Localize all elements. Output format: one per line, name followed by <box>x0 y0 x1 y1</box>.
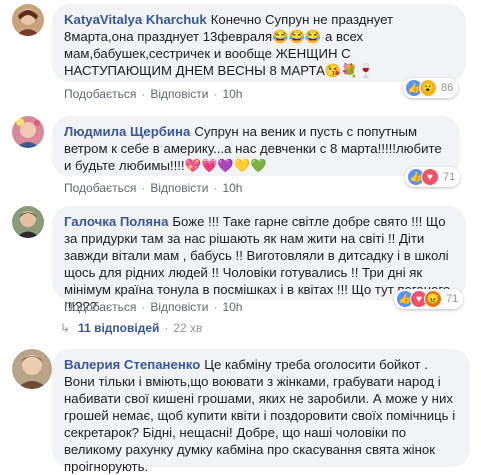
reply-link[interactable]: Відповісти <box>150 87 208 101</box>
view-replies-link[interactable]: ↳ 11 відповідей · 22 хв <box>60 321 202 335</box>
avatar-photo-icon <box>12 206 44 238</box>
reaction-summary[interactable]: 👍 😮 86 <box>403 78 459 98</box>
avatar[interactable] <box>12 206 44 238</box>
comment-text: Це кабміну треба оголосити бойкот . Вони… <box>64 357 456 474</box>
replies-time: 22 хв <box>173 321 203 335</box>
avatar-photo-icon <box>12 349 52 389</box>
comment-author[interactable]: Галочка Поляна <box>64 214 168 229</box>
like-link[interactable]: Подобається <box>64 300 136 314</box>
reaction-count: 71 <box>443 171 456 183</box>
avatar-photo-icon <box>12 116 44 148</box>
comment-time[interactable]: 10h <box>222 87 242 101</box>
comment-bubble: Галочка Поляна Боже !!! Таке гарне світле… <box>52 206 466 314</box>
reaction-count: 71 <box>446 293 459 305</box>
avatar-photo-icon <box>12 4 44 36</box>
comment-bubble: KatyaVitalya Kharchuk Конечно Супрун не п… <box>52 4 466 82</box>
comment-author[interactable]: Людмила Щербина <box>64 124 190 139</box>
comment-bubble: Людмила Щербина Супрун на веник и пусть с… <box>52 116 460 176</box>
comment-author[interactable]: Валерия Степаненко <box>64 357 200 372</box>
reaction-summary[interactable]: 👍 ♥ 71 <box>405 167 461 187</box>
comment-bubble: Валерия Степаненко Це кабміну треба оголо… <box>52 349 470 474</box>
replies-count-label[interactable]: 11 відповідей <box>78 321 159 335</box>
reply-arrow-icon: ↳ <box>60 321 71 335</box>
comment-time[interactable]: 10h <box>222 300 242 314</box>
reaction-summary[interactable]: 👍 ♥ 😠 71 <box>394 289 464 309</box>
avatar[interactable] <box>12 116 44 148</box>
avatar[interactable] <box>12 4 44 36</box>
like-link[interactable]: Подобається <box>64 87 136 101</box>
wow-reaction-icon: 😮 <box>419 79 437 97</box>
angry-reaction-icon: 😠 <box>424 290 442 308</box>
avatar[interactable] <box>12 349 52 389</box>
comment-text: Боже !!! Таке гарне світле добре свято !… <box>64 214 451 314</box>
comment-author[interactable]: KatyaVitalya Kharchuk <box>64 12 207 27</box>
comment-actions: Подобається · Відповісти · 10h <box>64 181 243 195</box>
love-reaction-icon: ♥ <box>421 168 439 186</box>
comment-actions: Подобається · Відповісти · 10h <box>64 300 243 314</box>
comment-actions: Подобається · Відповісти · 10h <box>64 87 243 101</box>
reply-link[interactable]: Відповісти <box>150 181 208 195</box>
comment-time[interactable]: 10h <box>222 181 242 195</box>
reaction-count: 86 <box>441 82 454 94</box>
like-link[interactable]: Подобається <box>64 181 136 195</box>
reply-link[interactable]: Відповісти <box>150 300 208 314</box>
